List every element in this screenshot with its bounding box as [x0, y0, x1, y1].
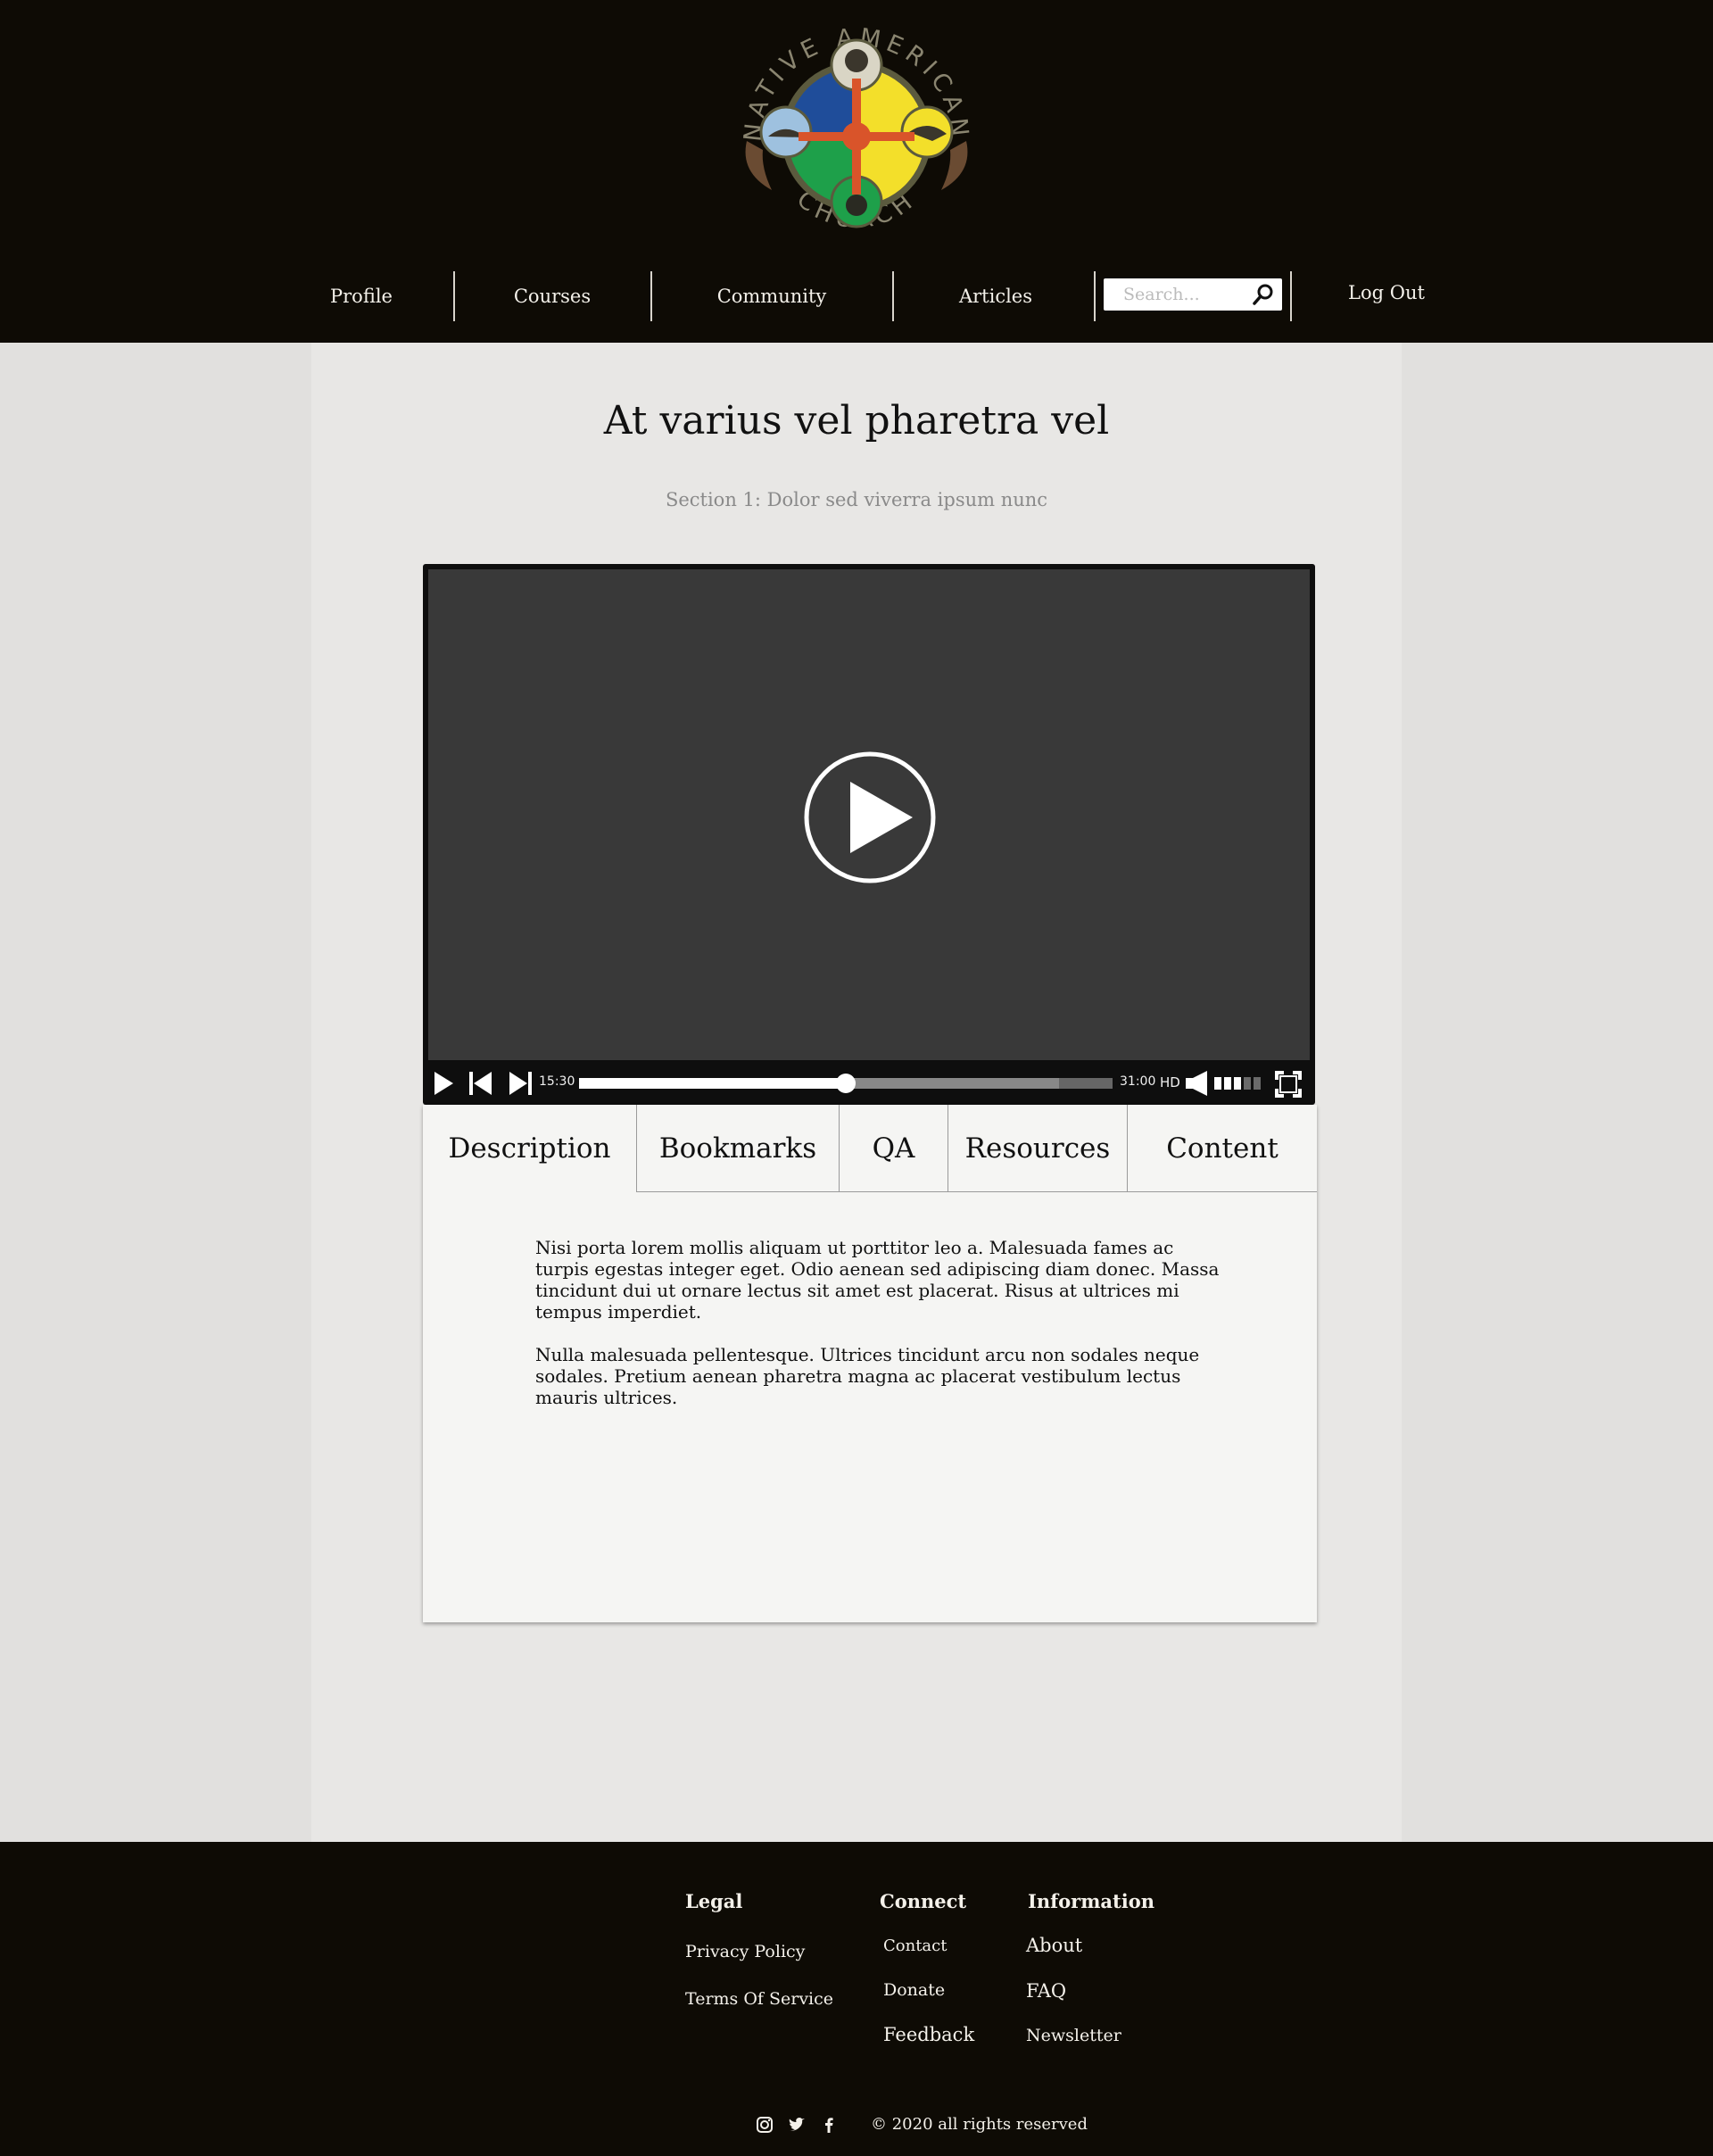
search-box — [1104, 278, 1282, 311]
native-american-church-logo[interactable]: NATIVE AMERICAN CHURCH — [727, 7, 986, 257]
main-nav: Profile Courses Community Articles Log O… — [0, 268, 1713, 325]
progress-handle[interactable] — [836, 1074, 856, 1093]
progress-bar[interactable] — [579, 1074, 1113, 1093]
copyright-text: © 2020 all rights reserved — [871, 2115, 1088, 2134]
volume-bar[interactable] — [1224, 1077, 1231, 1090]
duration: 31:00 — [1120, 1074, 1156, 1089]
search-icon[interactable] — [1252, 283, 1275, 306]
footer-heading-connect: Connect — [880, 1890, 967, 1912]
tab-description[interactable]: Description — [423, 1105, 636, 1192]
nav-articles[interactable]: Articles — [951, 268, 1040, 325]
tab-qa[interactable]: QA — [839, 1105, 948, 1192]
volume-bar[interactable] — [1244, 1077, 1251, 1090]
donate-link[interactable]: Donate — [883, 1980, 945, 2000]
previous-icon[interactable] — [469, 1072, 492, 1095]
main-content: At varius vel pharetra vel Section 1: Do… — [311, 343, 1402, 1842]
video-player: 15:30 31:00 HD — [423, 564, 1315, 1105]
about-link[interactable]: About — [1026, 1935, 1082, 1956]
current-time: 15:30 — [539, 1074, 575, 1089]
description-paragraph: Nulla malesuada pellentesque. Ultrices t… — [535, 1344, 1200, 1408]
tab-panel: Description Bookmarks QA Resources Conte… — [423, 1105, 1317, 1622]
privacy-policy-link[interactable]: Privacy Policy — [685, 1942, 805, 1961]
section-subtitle: Section 1: Dolor sed viverra ipsum nunc — [665, 489, 1048, 510]
play-icon[interactable] — [434, 1072, 453, 1095]
nav-divider — [892, 271, 894, 321]
twitter-icon[interactable] — [787, 2115, 807, 2135]
nav-divider — [453, 271, 455, 321]
nav-divider — [1290, 271, 1292, 321]
nav-divider — [650, 271, 652, 321]
fullscreen-icon[interactable] — [1275, 1071, 1302, 1098]
tab-bookmarks[interactable]: Bookmarks — [636, 1105, 839, 1192]
newsletter-link[interactable]: Newsletter — [1026, 2026, 1121, 2045]
footer-heading-legal: Legal — [685, 1890, 743, 1912]
volume-bar[interactable] — [1214, 1077, 1221, 1090]
progress-played — [579, 1078, 846, 1089]
volume-level[interactable] — [1214, 1075, 1262, 1091]
feedback-link[interactable]: Feedback — [883, 2024, 974, 2045]
volume-icon[interactable] — [1186, 1071, 1211, 1096]
description-text: Nisi porta lorem mollis aliquam ut portt… — [535, 1237, 1231, 1430]
video-screen[interactable] — [428, 569, 1310, 1060]
play-icon[interactable] — [803, 750, 937, 884]
contact-link[interactable]: Contact — [883, 1936, 947, 1955]
site-footer: Legal Privacy Policy Terms Of Service Co… — [0, 1842, 1713, 2156]
player-controls: 15:30 31:00 HD — [423, 1060, 1315, 1105]
search-input[interactable] — [1123, 285, 1257, 304]
tab-resources[interactable]: Resources — [948, 1105, 1127, 1192]
site-header: NATIVE AMERICAN CHURCH Profile Courses — [0, 0, 1713, 343]
page-title: At varius vel pharetra vel — [603, 398, 1110, 444]
tab-content[interactable]: Content — [1127, 1105, 1317, 1192]
next-icon[interactable] — [509, 1072, 532, 1095]
nav-community[interactable]: Community — [700, 268, 843, 325]
terms-of-service-link[interactable]: Terms Of Service — [685, 1989, 833, 2009]
instagram-icon[interactable] — [755, 2115, 774, 2135]
footer-heading-information: Information — [1028, 1890, 1154, 1912]
nav-logout[interactable]: Log Out — [1342, 264, 1431, 321]
facebook-icon[interactable] — [819, 2115, 839, 2135]
volume-bar[interactable] — [1254, 1077, 1261, 1090]
faq-link[interactable]: FAQ — [1026, 1980, 1066, 2002]
volume-bar[interactable] — [1234, 1077, 1241, 1090]
nav-profile[interactable]: Profile — [317, 268, 406, 325]
quality-label[interactable]: HD — [1160, 1074, 1180, 1090]
nav-divider — [1094, 271, 1096, 321]
nav-courses[interactable]: Courses — [508, 268, 597, 325]
tab-bar: Description Bookmarks QA Resources Conte… — [423, 1105, 1317, 1192]
description-paragraph: Nisi porta lorem mollis aliquam ut portt… — [535, 1237, 1220, 1323]
